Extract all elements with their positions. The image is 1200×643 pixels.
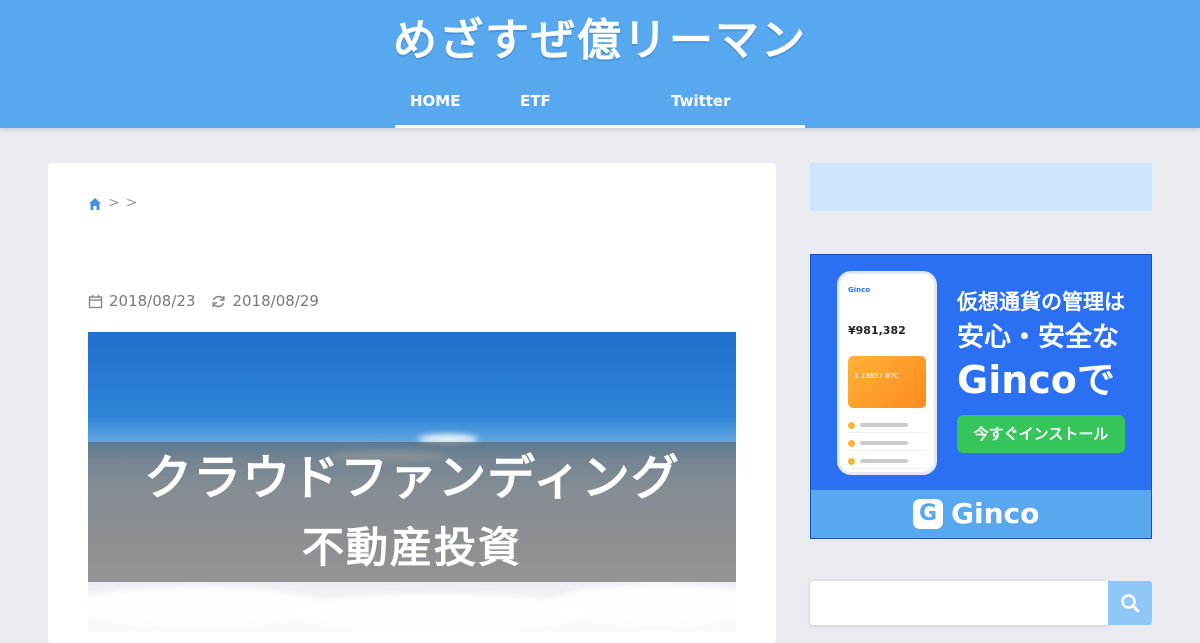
global-nav: HOME ETF Twitter <box>395 84 805 128</box>
phone-wallet-card <box>848 356 926 408</box>
ad-headline-3: Gincoで <box>957 358 1115 402</box>
ginco-logo: G Ginco <box>913 498 1039 530</box>
ad-headline-1: 仮想通貨の管理は <box>957 290 1125 314</box>
phone-tx-row <box>848 458 926 469</box>
ad-install-button[interactable]: 今すぐインストール <box>957 415 1125 453</box>
home-icon[interactable] <box>88 196 102 210</box>
post-dates: 2018/08/23 2018/08/29 <box>88 292 335 310</box>
phone-tx-row <box>848 422 926 433</box>
eyecatch-image[interactable]: クラウドファンディング 不動産投資 <box>88 332 736 632</box>
refresh-icon <box>211 294 226 309</box>
phone-tx-row <box>848 440 926 451</box>
phone-btc-amount: 1.23657 BTC <box>854 372 899 380</box>
breadcrumb-separator: > <box>125 195 138 211</box>
site-title[interactable]: めざすぜ億リーマン <box>0 12 1200 70</box>
nav-item-twitter[interactable]: Twitter <box>671 92 731 110</box>
ad-headline-2: 安心・安全な <box>957 322 1119 353</box>
nav-underline <box>395 125 805 128</box>
breadcrumb: > > <box>88 195 137 211</box>
phone-app-name: Ginco <box>848 286 871 294</box>
eyecatch-title: クラウドファンディング <box>144 450 680 506</box>
published-date: 2018/08/23 <box>109 292 196 310</box>
ginco-logo-icon: G <box>913 499 943 529</box>
search-form <box>810 581 1152 625</box>
ad-footer: G Ginco <box>811 490 1151 538</box>
search-icon <box>1120 593 1140 613</box>
search-button[interactable] <box>1108 581 1152 625</box>
cloud-shape <box>288 594 588 632</box>
article-card: > > 2018/08/23 2018/08/29 クラウドファンディング 不動… <box>48 163 776 643</box>
nav-item-etf[interactable]: ETF <box>520 92 551 110</box>
site-header: めざすぜ億リーマン HOME ETF Twitter <box>0 0 1200 128</box>
sidebar-blank-widget <box>810 163 1152 211</box>
updated-date: 2018/08/29 <box>232 292 319 310</box>
search-input[interactable] <box>810 581 1108 625</box>
phone-mockup: Ginco ¥981,382 1.23657 BTC <box>837 271 937 475</box>
ginco-ad-banner[interactable]: Ginco ¥981,382 1.23657 BTC 仮想通貨の管理は 安心・安… <box>810 254 1152 539</box>
phone-balance: ¥981,382 <box>848 324 906 337</box>
nav-item-home[interactable]: HOME <box>410 92 460 110</box>
eyecatch-subtitle: 不動産投資 <box>301 523 522 572</box>
breadcrumb-separator: > <box>108 195 120 211</box>
calendar-icon <box>88 294 103 309</box>
cloud-shape <box>88 587 328 627</box>
ginco-logo-text: Ginco <box>951 497 1040 530</box>
